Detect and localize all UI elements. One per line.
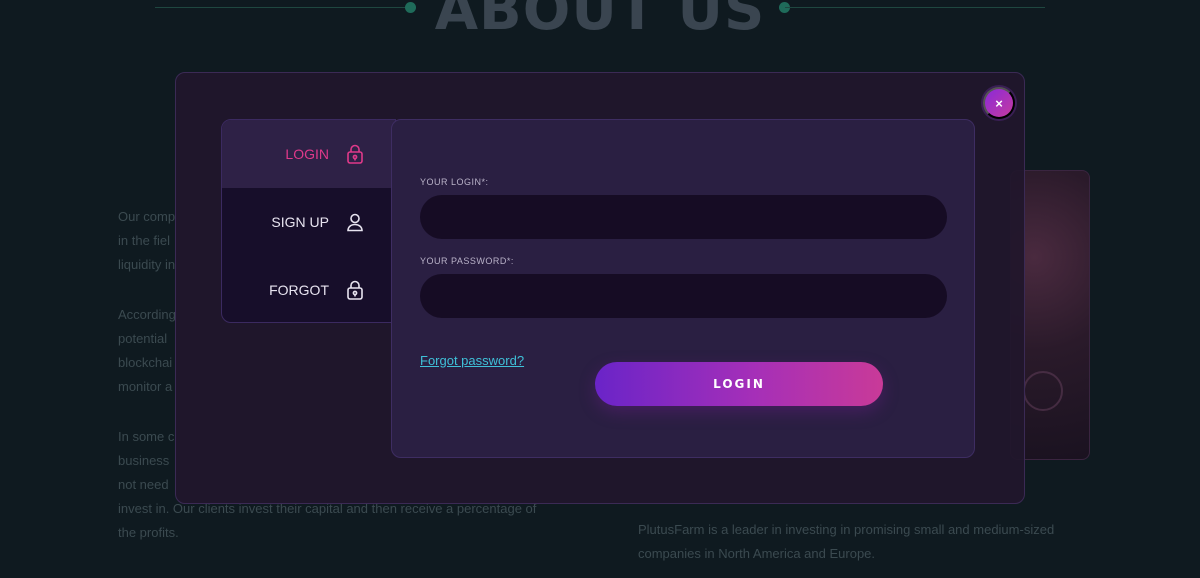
about-text-right: PlutusFarm is a leader in investing in p… bbox=[638, 518, 1088, 566]
login-field-label: YOUR LOGIN*: bbox=[420, 177, 489, 187]
close-button[interactable]: × bbox=[983, 87, 1015, 119]
title-divider-right bbox=[785, 7, 1045, 8]
forgot-password-link[interactable]: Forgot password? bbox=[420, 353, 524, 368]
about-line: liquidity in bbox=[118, 257, 176, 272]
login-form: YOUR LOGIN*: YOUR PASSWORD*: Forgot pass… bbox=[391, 119, 975, 458]
about-line: the profits. bbox=[118, 525, 179, 540]
about-line: According bbox=[118, 307, 176, 322]
lock-icon bbox=[345, 144, 365, 164]
login-submit-button[interactable]: LOGIN bbox=[595, 362, 883, 406]
about-line: In some c bbox=[118, 429, 175, 444]
tab-label: LOGIN bbox=[285, 146, 329, 162]
about-line: monitor a bbox=[118, 379, 173, 394]
tab-label: SIGN UP bbox=[271, 214, 329, 230]
user-icon bbox=[345, 212, 365, 232]
about-line: not need bbox=[118, 477, 169, 492]
about-line: in the fiel bbox=[118, 233, 171, 248]
about-title-row: ABOUT US bbox=[0, 0, 1200, 43]
about-line: PlutusFarm is a leader in investing in p… bbox=[638, 522, 1055, 537]
tab-forgot[interactable]: FORGOT bbox=[222, 256, 395, 322]
login-input[interactable] bbox=[420, 195, 947, 239]
about-line: Our comp bbox=[118, 209, 176, 224]
about-line: blockchai bbox=[118, 355, 173, 370]
image-decoration bbox=[1023, 371, 1063, 411]
lock-icon bbox=[345, 280, 365, 300]
auth-tabs: LOGIN SIGN UP FORGOT bbox=[221, 119, 396, 323]
about-line: potential bbox=[118, 331, 168, 346]
about-line: companies in North America and Europe. bbox=[638, 546, 876, 561]
password-field-label: YOUR PASSWORD*: bbox=[420, 256, 514, 266]
tab-label: FORGOT bbox=[269, 282, 329, 298]
tab-signup[interactable]: SIGN UP bbox=[222, 188, 395, 256]
about-line: business bbox=[118, 453, 170, 468]
tab-login[interactable]: LOGIN bbox=[222, 120, 395, 188]
password-input[interactable] bbox=[420, 274, 947, 318]
